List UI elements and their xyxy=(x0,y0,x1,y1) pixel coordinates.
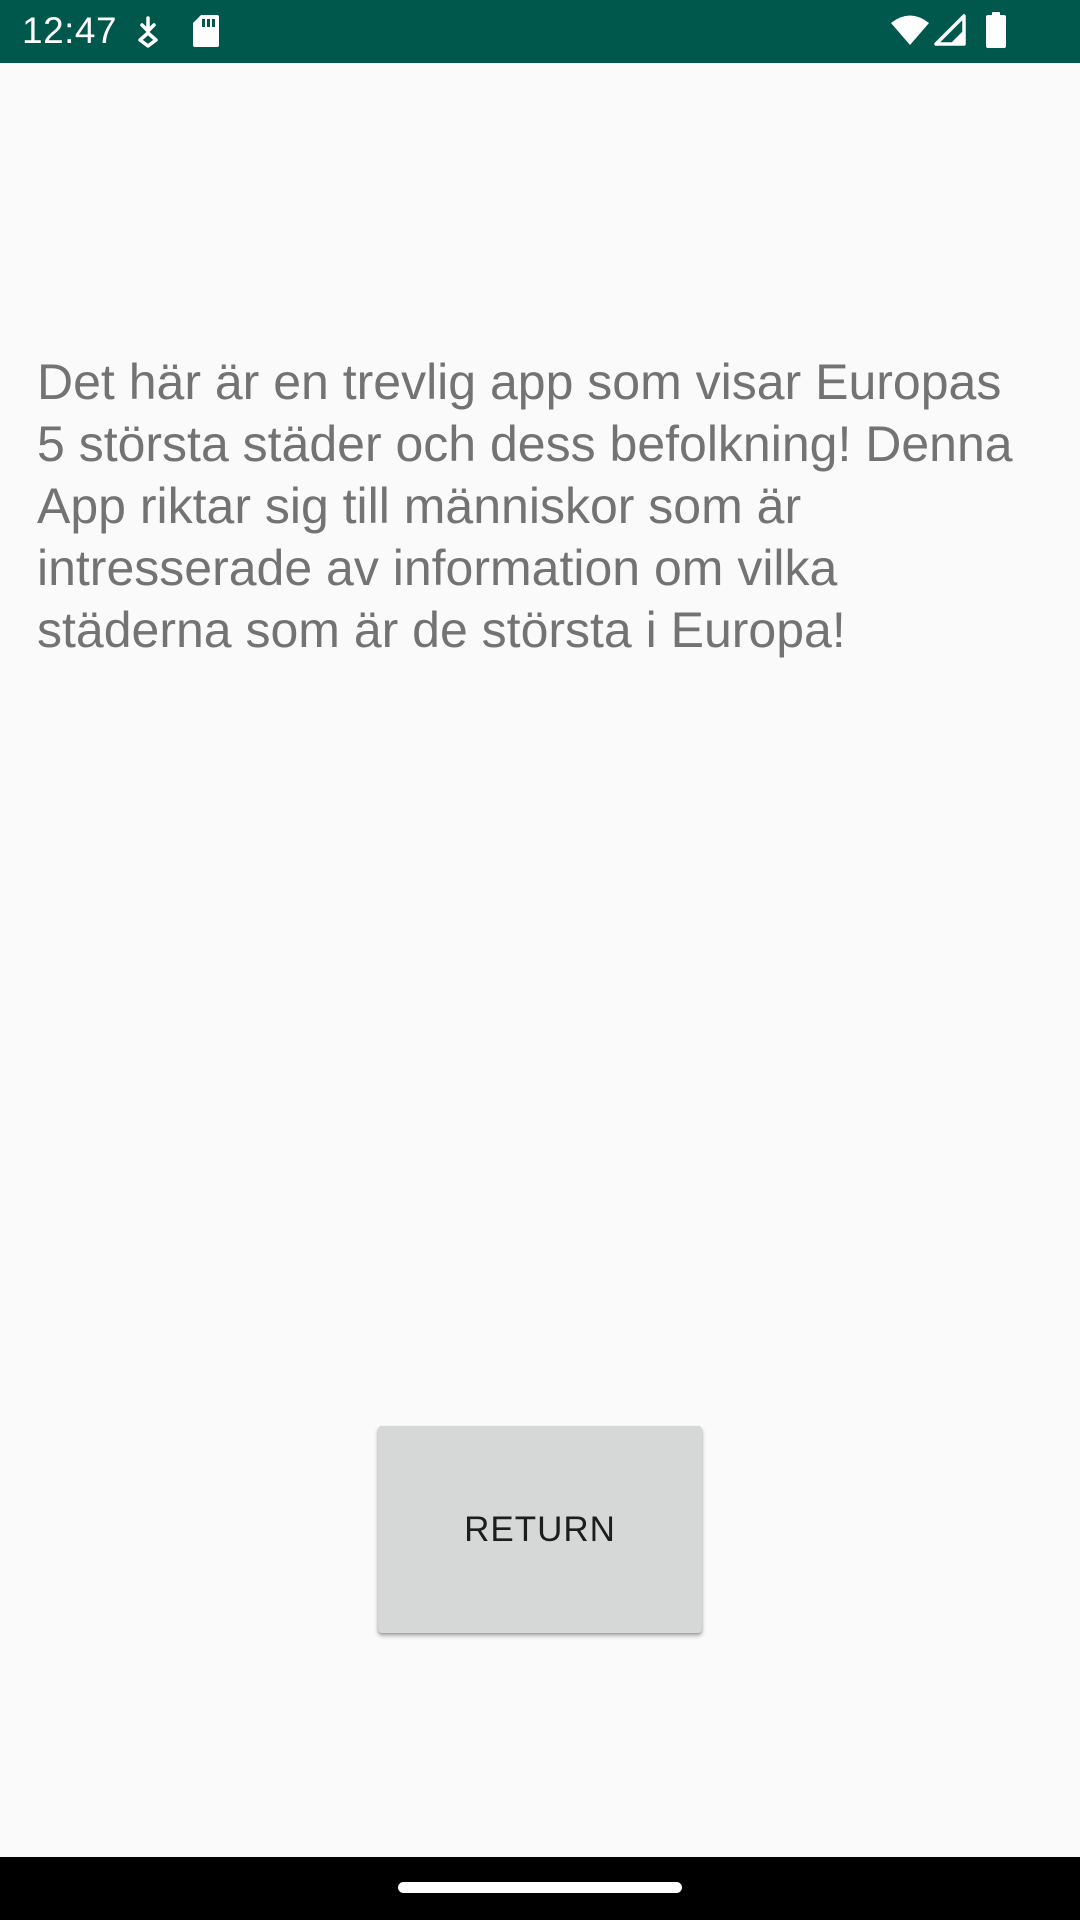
description-text: Det här är en trevlig app som visar Euro… xyxy=(37,354,1013,658)
status-bar: 12:47 xyxy=(0,0,1080,63)
download-icon xyxy=(138,16,158,48)
sd-card-icon xyxy=(193,15,219,47)
battery-icon xyxy=(986,12,1006,48)
status-time: 12:47 xyxy=(22,10,118,51)
cellular-signal-icon xyxy=(934,14,966,46)
main-content: Det här är en trevlig app som visar Euro… xyxy=(0,63,1080,1857)
navigation-bar xyxy=(0,1857,1080,1920)
return-button[interactable]: RETURN xyxy=(378,1426,702,1633)
wifi-icon xyxy=(891,15,929,45)
home-gesture-handle[interactable] xyxy=(398,1882,682,1893)
